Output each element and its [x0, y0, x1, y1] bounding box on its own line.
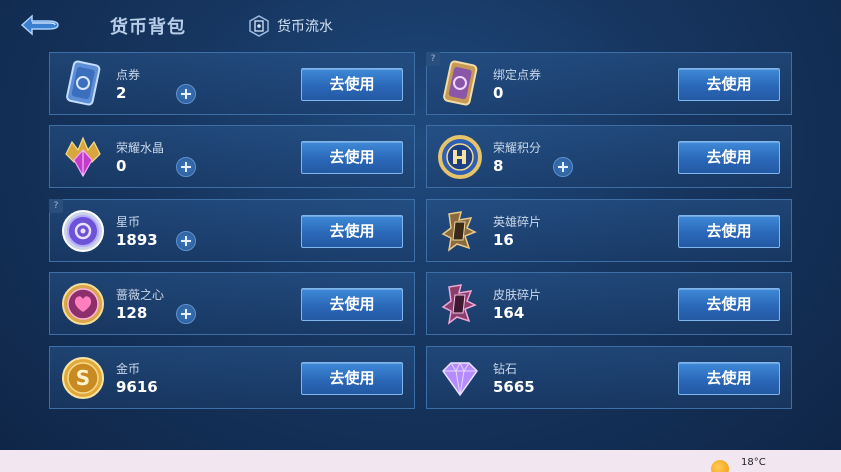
flow-record-icon [249, 15, 269, 37]
currency-amount: 0 [116, 157, 127, 175]
add-voucher-button[interactable] [176, 84, 196, 104]
glory-points-icon [438, 135, 482, 179]
use-diamond-button[interactable]: 去使用 [678, 362, 780, 395]
currency-amount: 1893 [116, 231, 158, 249]
currency-name: 英雄碎片 [493, 215, 542, 229]
hero-fragment-icon [441, 211, 477, 252]
currency-flow-link[interactable]: 货币流水 [249, 14, 333, 38]
page-title: 货币背包 [110, 17, 186, 38]
currency-name: 绑定点券 [493, 68, 542, 82]
diamond-icon [442, 361, 478, 397]
top-bar: 货币背包 货币流水 [0, 0, 841, 50]
use-bound-voucher-button[interactable]: 去使用 [678, 68, 780, 101]
currency-amount: 2 [116, 84, 127, 102]
currency-name: 荣耀水晶 [116, 141, 165, 155]
currency-card-gold-coin: S 金币 9616 去使用 [49, 346, 415, 409]
currency-amount: 164 [493, 304, 525, 322]
currency-card-glory-points: 荣耀积分 8 去使用 [426, 125, 792, 188]
use-glory-points-button[interactable]: 去使用 [678, 141, 780, 174]
currency-flow-label: 货币流水 [277, 19, 333, 35]
currency-amount: 0 [493, 84, 504, 102]
weather-temperature[interactable]: 18°C [741, 457, 766, 468]
add-glory-crystal-button[interactable] [176, 157, 196, 177]
currency-card-skin-fragment: 皮肤碎片 164 去使用 [426, 272, 792, 335]
use-voucher-button[interactable]: 去使用 [301, 68, 403, 101]
currency-name: 金币 [116, 362, 141, 376]
currency-card-voucher: 点券 2 去使用 [49, 52, 415, 115]
svg-text:S: S [76, 366, 90, 390]
currency-card-glory-crystal: 荣耀水晶 0 去使用 [49, 125, 415, 188]
star-coin-icon [62, 210, 104, 252]
currency-card-rose-heart: 蔷薇之心 128 去使用 [49, 272, 415, 335]
currency-name: 荣耀积分 [493, 141, 542, 155]
back-button[interactable] [18, 12, 64, 38]
add-star-coin-button[interactable] [176, 231, 196, 251]
add-rose-heart-button[interactable] [176, 304, 196, 324]
currency-card-hero-fragment: 英雄碎片 16 去使用 [426, 199, 792, 262]
use-glory-crystal-button[interactable]: 去使用 [301, 141, 403, 174]
currency-amount: 8 [493, 157, 504, 175]
currency-name: 皮肤碎片 [493, 288, 542, 302]
use-star-coin-button[interactable]: 去使用 [301, 215, 403, 248]
currency-amount: 9616 [116, 378, 158, 396]
currency-amount: 16 [493, 231, 514, 249]
currency-card-bound-voucher: ? 绑定点券 0 去使用 [426, 52, 792, 115]
currency-name: 点券 [116, 68, 141, 82]
glory-crystal-icon [65, 136, 101, 178]
skin-fragment-icon [441, 284, 477, 325]
currency-card-diamond: 钻石 5665 去使用 [426, 346, 792, 409]
sun-icon[interactable] [711, 460, 729, 472]
rose-heart-icon [62, 283, 104, 325]
add-glory-points-button[interactable] [553, 157, 573, 177]
currency-name: 星币 [116, 215, 141, 229]
currency-amount: 5665 [493, 378, 535, 396]
gold-coin-icon: S [62, 357, 104, 399]
use-rose-heart-button[interactable]: 去使用 [301, 288, 403, 321]
bound-voucher-card-icon [443, 60, 478, 106]
back-arrow-icon [20, 14, 59, 36]
currency-card-star-coin: ? 星币 1893 去使用 [49, 199, 415, 262]
currency-name: 蔷薇之心 [116, 288, 165, 302]
use-gold-coin-button[interactable]: 去使用 [301, 362, 403, 395]
use-skin-fragment-button[interactable]: 去使用 [678, 288, 780, 321]
use-hero-fragment-button[interactable]: 去使用 [678, 215, 780, 248]
voucher-card-icon [66, 60, 101, 106]
currency-amount: 128 [116, 304, 148, 322]
currency-name: 钻石 [493, 362, 518, 376]
